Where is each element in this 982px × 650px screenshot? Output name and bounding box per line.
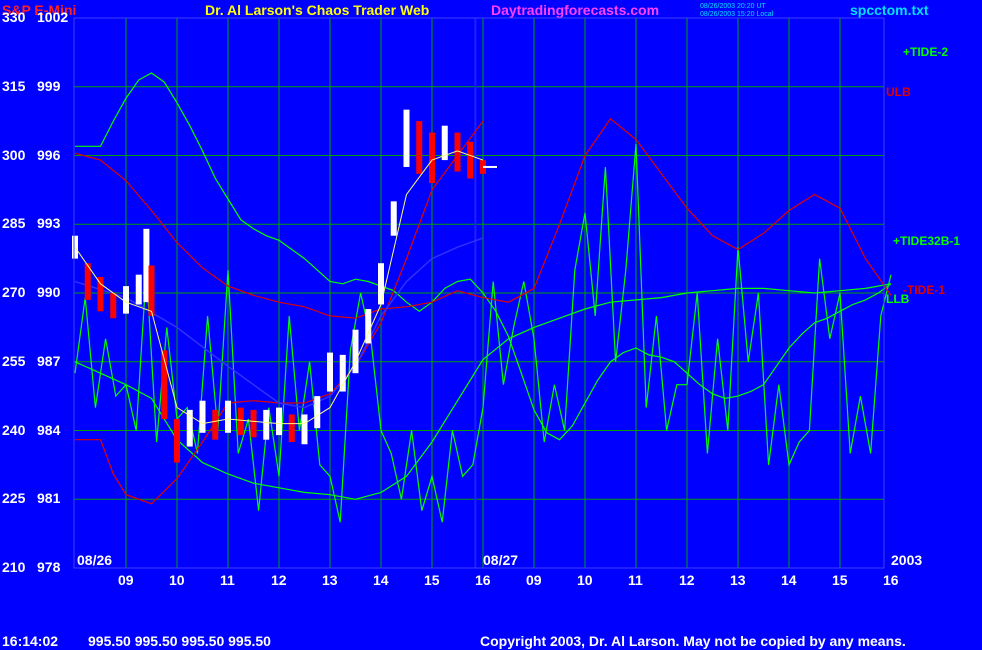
price-bar [429,132,435,183]
price-bar [237,407,244,436]
y-tick-label-price: 978 [37,559,61,575]
label-tide-2: +TIDE-2 [903,45,949,59]
y-tick-label-price: 990 [37,284,61,300]
x-tick-label: 15 [424,572,440,588]
x-tick-label: 14 [373,572,389,588]
price-bar [288,414,295,442]
price-bar [314,396,321,429]
date-label-next: 08/27 [483,552,519,568]
x-tick-label: 14 [781,572,797,588]
price-bar [276,407,282,436]
label-llb: LLB [886,292,910,306]
price-bar [416,121,423,174]
x-tick-label: 09 [526,572,542,588]
x-tick-label: 13 [322,572,338,588]
y-tick-label-left: 330 [2,9,26,25]
y-tick-label-price: 999 [37,77,61,94]
label-tide32b-1: +TIDE32B-1 [893,234,961,248]
y-tick-label-price: 996 [37,146,61,163]
x-tick-label: 16 [475,572,491,588]
y-tick-label-left: 300 [2,146,26,163]
date-label-start: 08/26 [77,552,113,568]
x-tick-label: 12 [271,572,287,588]
x-tick-label: 15 [832,572,848,588]
price-bar [327,352,333,392]
y-tick-label-left: 255 [2,352,26,369]
x-tick-label: 13 [730,572,746,588]
y-tick-label-price: 981 [37,490,61,507]
price-bar [301,414,308,445]
y-tick-label-price: 1002 [37,9,69,25]
price-bar [212,409,219,440]
x-tick-label: 09 [118,572,134,588]
price-bar [263,409,270,440]
x-tick-label: 10 [169,572,185,588]
x-tick-label: 16 [883,572,899,588]
price-bar [250,409,257,438]
y-tick-label-left: 225 [2,490,26,507]
grid-layer [74,18,884,568]
price-bar [403,109,410,167]
price-bar [339,354,346,392]
price-bar [135,274,142,305]
price-bar [148,265,155,316]
x-tick-label: 10 [577,572,593,588]
footer-quote: 995.50 995.50 995.50 995.50 [88,633,271,649]
price-bar [72,235,78,259]
price-bars [72,109,497,463]
year-label: 2003 [891,552,923,568]
price-bar [174,419,180,463]
x-tick-label: 12 [679,572,695,588]
footer-copyright: Copyright 2003, Dr. Al Larson. May not b… [480,633,906,649]
price-bar [467,141,474,179]
x-tick-label: 11 [220,572,235,588]
y-tick-label-left: 315 [2,77,26,94]
y-tick-label-left: 270 [2,284,26,300]
price-bar [110,293,117,319]
y-tick-label-price: 984 [37,421,61,438]
footer-time: 16:14:02 [2,633,59,649]
y-tick-label-left: 240 [2,421,26,438]
price-bar [97,276,104,312]
y-tick-label-left: 285 [2,215,26,232]
y-tick-label-price: 993 [37,215,61,232]
price-bar [378,263,384,305]
y-tick-label-price: 987 [37,352,61,369]
price-bar [225,400,231,433]
x-tick-label: 11 [628,572,643,588]
chaos-trader-chart: S&P E-Mini Dr. Al Larson's Chaos Trader … [0,0,982,650]
y-tick-label-left: 210 [2,559,26,575]
label-ulb: ULB [886,85,911,99]
price-bar [352,329,359,374]
price-bar [390,201,397,236]
price-bar [199,400,206,433]
price-bar [123,286,129,314]
